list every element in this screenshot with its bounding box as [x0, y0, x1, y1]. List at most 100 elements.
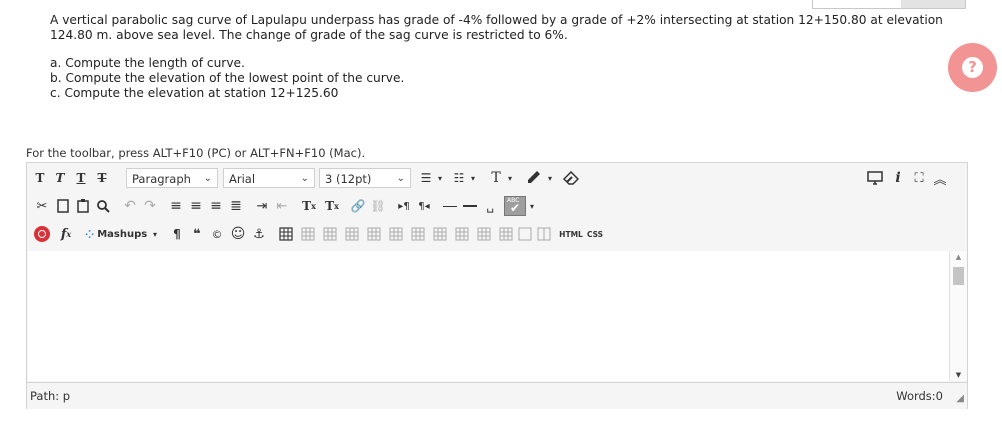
scroll-down-icon[interactable]: ▼ — [950, 369, 967, 381]
list-dropdown-icon[interactable]: ▾ — [436, 168, 444, 188]
question-mark-icon: ? — [962, 57, 983, 78]
collapse-toolbar-icon[interactable]: ︽ — [931, 168, 949, 188]
question-text: A vertical parabolic sag curve of Lapula… — [50, 13, 980, 101]
help-button[interactable]: ? — [948, 43, 997, 92]
question-parts: a. Compute the length of curve. b. Compu… — [50, 56, 980, 101]
find-icon[interactable] — [94, 196, 112, 216]
top-partial-fill — [901, 0, 965, 8]
info-icon[interactable]: i — [890, 168, 906, 188]
unlink-icon[interactable]: ⛓ — [369, 196, 387, 216]
scroll-up-icon[interactable]: ▲ — [950, 251, 967, 263]
insert-row-after-icon[interactable] — [365, 224, 383, 244]
copy-icon[interactable] — [54, 196, 72, 216]
cut-icon[interactable]: ✂ — [33, 196, 51, 216]
italic-icon[interactable]: T — [51, 168, 69, 188]
redo-icon[interactable]: ↷ — [141, 196, 159, 216]
link-icon[interactable]: 🔗 — [349, 196, 367, 216]
question-line-2: 124.80 m. above sea level. The change of… — [50, 28, 568, 42]
copyright-icon[interactable]: © — [209, 224, 225, 244]
html-button[interactable]: HTML — [558, 224, 584, 244]
insert-table-icon[interactable] — [277, 224, 295, 244]
font-select[interactable]: Arial ⌄ — [223, 168, 315, 188]
horizontal-rule-icon[interactable] — [441, 196, 459, 216]
insert-row-before-icon[interactable] — [343, 224, 361, 244]
top-partial-box — [812, 0, 966, 9]
table-split-icon[interactable] — [535, 224, 553, 244]
subscript-icon[interactable]: Tx — [322, 196, 342, 216]
strikethrough-icon[interactable]: T — [93, 168, 111, 188]
size-select-value: 3 (12pt) — [325, 172, 372, 186]
align-left-icon[interactable]: ≡ — [167, 196, 185, 216]
ordered-list-dropdown-icon[interactable]: ▾ — [469, 168, 477, 188]
fullscreen-icon[interactable]: ⛶ — [910, 168, 928, 188]
element-path: Path: p — [30, 389, 71, 403]
ltr-icon[interactable]: ▸¶ — [395, 196, 413, 216]
ordered-list-icon[interactable]: ☷ — [449, 168, 469, 188]
part-c: c. Compute the elevation at station 12+1… — [50, 86, 339, 100]
align-center-icon[interactable]: ≡ — [187, 196, 205, 216]
font-select-value: Arial — [229, 172, 256, 186]
delete-col-icon[interactable] — [453, 224, 471, 244]
checkmark-icon: ✔ — [510, 201, 521, 215]
indent-icon[interactable]: ⇥ — [253, 196, 271, 216]
paragraph-select-value: Paragraph — [132, 172, 191, 186]
resize-grip-icon[interactable]: ◢ — [956, 393, 964, 404]
undo-icon[interactable]: ↶ — [121, 196, 139, 216]
blockquote-icon[interactable]: ❝ — [189, 224, 205, 244]
paragraph-mark-icon[interactable]: ¶ — [169, 224, 185, 244]
emoticon-icon[interactable]: ☺ — [229, 224, 247, 244]
preview-monitor-icon[interactable] — [865, 168, 885, 188]
highlight-dropdown-icon[interactable]: ▾ — [546, 168, 554, 188]
nonbreaking-space-icon[interactable]: ␣ — [481, 196, 499, 216]
editor-content-area[interactable] — [28, 251, 949, 381]
unordered-list-icon[interactable]: ☰ — [416, 168, 436, 188]
table-cell-props-icon[interactable] — [321, 224, 339, 244]
paste-icon[interactable] — [74, 196, 92, 216]
css-button[interactable]: CSS — [584, 224, 606, 244]
delete-row-icon[interactable] — [387, 224, 405, 244]
spellcheck-button[interactable]: ABC ✔ — [503, 196, 527, 216]
toolbar-row-1: T T T T Paragraph ⌄ Arial ⌄ 3 (12pt) ⌄ ☰ ▾ … — [27, 164, 967, 192]
superscript-icon[interactable]: Tx — [299, 196, 319, 216]
part-a: a. Compute the length of curve. — [50, 56, 245, 70]
text-color-dropdown-icon[interactable]: ▾ — [506, 168, 514, 188]
horizontal-line-icon[interactable] — [461, 196, 479, 216]
table-row-props-icon[interactable] — [299, 224, 317, 244]
insert-col-after-icon[interactable] — [431, 224, 449, 244]
underline-icon[interactable]: T — [72, 168, 90, 188]
rich-text-editor: T T T T Paragraph ⌄ Arial ⌄ 3 (12pt) ⌄ ☰ ▾ … — [26, 162, 968, 409]
eraser-icon[interactable] — [560, 168, 582, 188]
question-line-1: A vertical parabolic sag curve of Lapula… — [50, 13, 943, 27]
mashups-dropdown-icon[interactable]: ▾ — [151, 224, 159, 244]
anchor-icon[interactable]: ⚓ — [250, 224, 268, 244]
outdent-icon[interactable]: ⇤ — [273, 196, 291, 216]
record-icon[interactable] — [33, 224, 51, 244]
align-right-icon[interactable]: ≡ — [207, 196, 225, 216]
word-count: Words:0 — [896, 389, 943, 403]
rtl-icon[interactable]: ¶◂ — [415, 196, 433, 216]
text-color-icon[interactable]: T — [486, 168, 506, 188]
toolbar-row-2: ✂ ↶ ↷ ≡ ≡ ≡ ≣ ⇥ ⇤ Tx Tx 🔗 ⛓ ▸¶ ¶◂ ␣ ABC … — [27, 192, 967, 220]
highlight-pen-icon[interactable] — [523, 168, 545, 188]
editor-scrollbar[interactable]: ▲ ▼ — [949, 251, 967, 381]
size-select[interactable]: 3 (12pt) ⌄ — [319, 168, 411, 188]
table-border-icon[interactable] — [516, 224, 534, 244]
spellcheck-dropdown-icon[interactable]: ▾ — [528, 196, 536, 216]
part-b: b. Compute the elevation of the lowest p… — [50, 71, 405, 85]
merge-cells-icon[interactable] — [497, 224, 515, 244]
mashups-label: Mashups — [97, 228, 148, 240]
editor-statusbar: Path: p Words:0 ◢ — [27, 382, 967, 409]
mashups-button[interactable]: ⁘ Mashups — [85, 224, 151, 244]
bold-icon[interactable]: T — [31, 168, 49, 188]
chevron-down-icon: ⌄ — [396, 173, 405, 184]
scroll-thumb[interactable] — [953, 267, 964, 285]
toolbar-hint: For the toolbar, press ALT+F10 (PC) or A… — [26, 146, 366, 160]
formula-fx-icon[interactable]: fx — [55, 224, 77, 244]
mashups-icon: ⁘ — [85, 227, 95, 241]
chevron-down-icon: ⌄ — [300, 173, 309, 184]
chevron-down-icon: ⌄ — [203, 173, 212, 184]
insert-col-before-icon[interactable] — [409, 224, 427, 244]
paragraph-select[interactable]: Paragraph ⌄ — [126, 168, 218, 188]
split-cells-icon[interactable] — [475, 224, 493, 244]
align-justify-icon[interactable]: ≣ — [227, 196, 245, 216]
